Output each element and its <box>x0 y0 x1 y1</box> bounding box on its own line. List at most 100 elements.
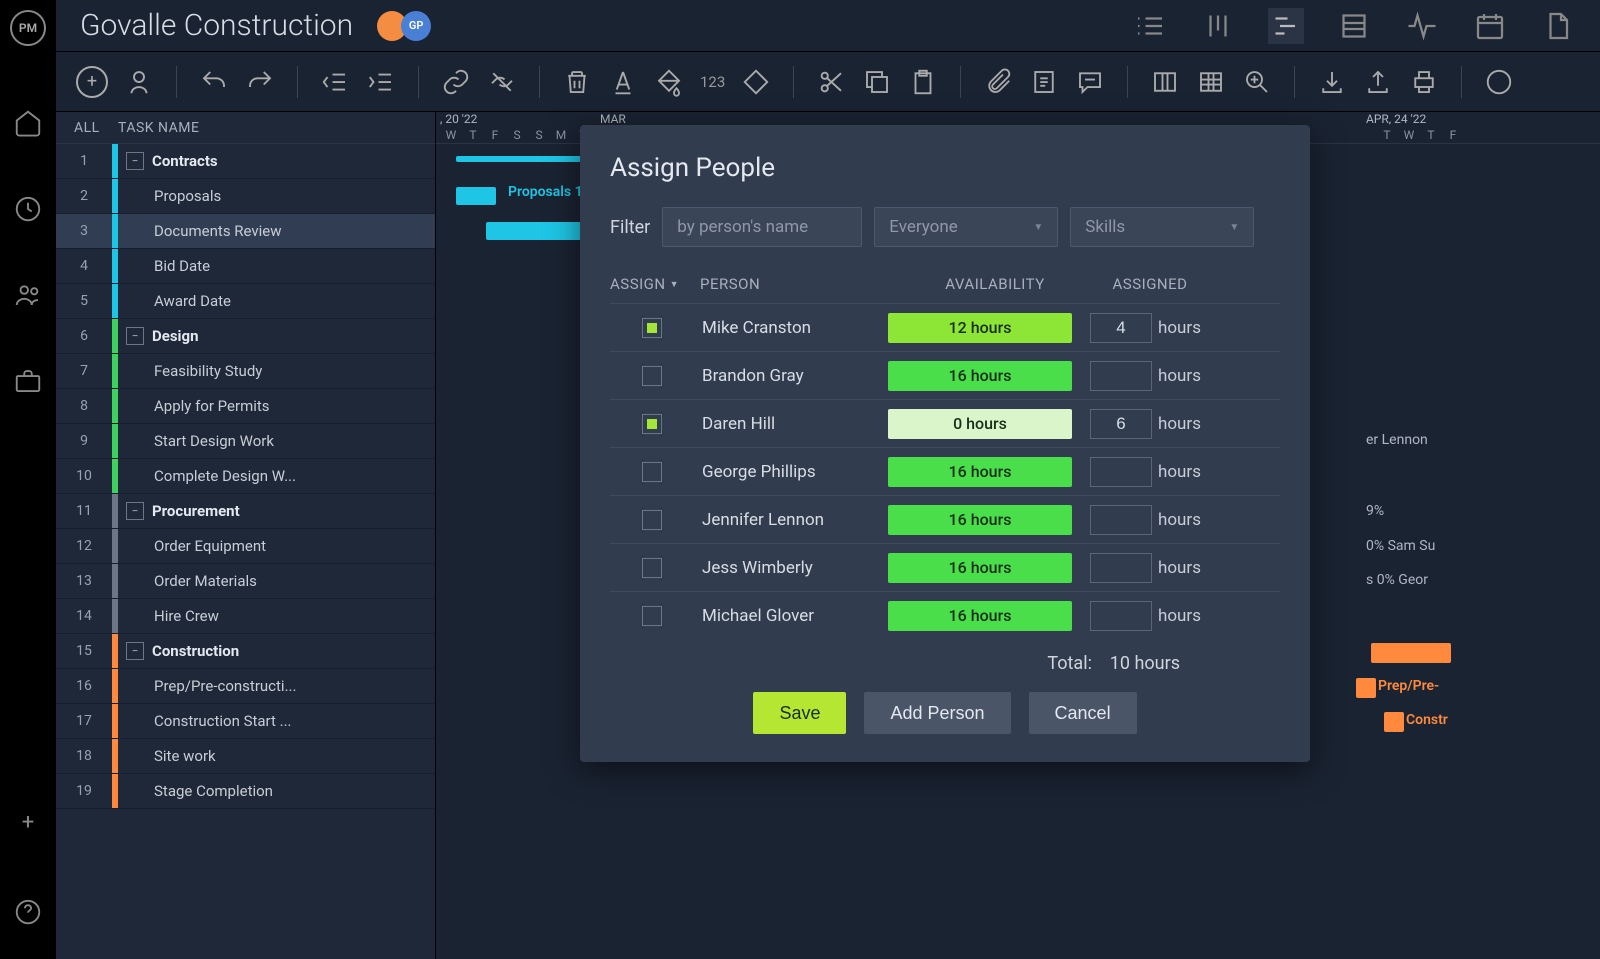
pm-logo-icon[interactable]: PM <box>10 10 46 46</box>
task-row[interactable]: 10Complete Design W... <box>56 459 435 494</box>
task-row[interactable]: 17Construction Start ... <box>56 704 435 739</box>
unlink-icon[interactable] <box>487 67 517 97</box>
board-view-icon[interactable] <box>1200 8 1236 44</box>
gantt-bar-prep[interactable] <box>1356 678 1376 698</box>
task-row[interactable]: 2Proposals <box>56 179 435 214</box>
add-icon[interactable]: + <box>13 807 43 837</box>
col-task-name[interactable]: TASK NAME <box>118 120 199 136</box>
assign-checkbox[interactable] <box>642 318 662 338</box>
fill-icon[interactable] <box>654 67 684 97</box>
avatar-2[interactable]: GP <box>401 11 431 41</box>
assigned-hours-input[interactable] <box>1090 361 1152 391</box>
assigned-hours-input[interactable] <box>1090 313 1152 343</box>
task-row[interactable]: 1−Contracts <box>56 144 435 179</box>
task-row[interactable]: 6−Design <box>56 319 435 354</box>
filter-skills-select[interactable]: Skills ▼ <box>1070 207 1254 247</box>
assigned-hours-input[interactable] <box>1090 601 1152 631</box>
notes-icon[interactable] <box>1029 67 1059 97</box>
trash-icon[interactable] <box>562 67 592 97</box>
collapse-icon[interactable]: − <box>126 642 144 660</box>
person-icon[interactable] <box>124 67 154 97</box>
filter-name-input[interactable]: by person's name <box>662 207 862 247</box>
list-view-icon[interactable] <box>1132 8 1168 44</box>
task-row[interactable]: 14Hire Crew <box>56 599 435 634</box>
indent-icon[interactable] <box>366 67 396 97</box>
export-icon[interactable] <box>1363 67 1393 97</box>
grid-icon[interactable] <box>1196 67 1226 97</box>
task-row[interactable]: 18Site work <box>56 739 435 774</box>
collapse-icon[interactable]: − <box>126 327 144 345</box>
redo-icon[interactable] <box>245 67 275 97</box>
task-number: 11 <box>56 503 112 519</box>
person-row: George Phillips16 hourshours <box>610 447 1280 495</box>
col-assign[interactable]: ASSIGN▼ <box>610 275 700 293</box>
task-row[interactable]: 12Order Equipment <box>56 529 435 564</box>
zoom-icon[interactable] <box>1242 67 1272 97</box>
undo-icon[interactable] <box>199 67 229 97</box>
link-icon[interactable] <box>441 67 471 97</box>
import-icon[interactable] <box>1317 67 1347 97</box>
task-row[interactable]: 13Order Materials <box>56 564 435 599</box>
diamond-icon[interactable] <box>741 67 771 97</box>
assign-checkbox[interactable] <box>642 558 662 578</box>
task-row[interactable]: 3Documents Review <box>56 214 435 249</box>
cancel-button[interactable]: Cancel <box>1029 692 1137 734</box>
task-number: 8 <box>56 398 112 414</box>
assign-checkbox[interactable] <box>642 606 662 626</box>
activity-icon[interactable] <box>1404 8 1440 44</box>
assigned-hours-input[interactable] <box>1090 505 1152 535</box>
outdent-icon[interactable] <box>320 67 350 97</box>
task-number: 19 <box>56 783 112 799</box>
home-icon[interactable] <box>13 108 43 138</box>
add-person-button[interactable]: Add Person <box>864 692 1010 734</box>
help-icon[interactable] <box>13 897 43 927</box>
col-person[interactable]: PERSON <box>700 275 900 293</box>
task-row[interactable]: 16Prep/Pre-constructi... <box>56 669 435 704</box>
gantt-view-icon[interactable] <box>1268 8 1304 44</box>
assign-checkbox[interactable] <box>642 510 662 530</box>
people-icon[interactable] <box>13 280 43 310</box>
task-row[interactable]: 15−Construction <box>56 634 435 669</box>
collapse-icon[interactable]: − <box>126 502 144 520</box>
copy-icon[interactable] <box>862 67 892 97</box>
paste-icon[interactable] <box>908 67 938 97</box>
task-row[interactable]: 9Start Design Work <box>56 424 435 459</box>
more-icon[interactable] <box>1484 67 1514 97</box>
collapse-icon[interactable]: − <box>126 152 144 170</box>
calendar-icon[interactable] <box>1472 8 1508 44</box>
task-row[interactable]: 7Feasibility Study <box>56 354 435 389</box>
comment-icon[interactable] <box>1075 67 1105 97</box>
assigned-hours-input[interactable] <box>1090 409 1152 439</box>
assign-checkbox[interactable] <box>642 414 662 434</box>
skills-label: Skills <box>1085 217 1125 237</box>
file-icon[interactable] <box>1540 8 1576 44</box>
assign-checkbox[interactable] <box>642 366 662 386</box>
task-row[interactable]: 4Bid Date <box>56 249 435 284</box>
text-color-icon[interactable] <box>608 67 638 97</box>
task-row[interactable]: 19Stage Completion <box>56 774 435 809</box>
col-assigned[interactable]: ASSIGNED <box>1090 275 1210 293</box>
assigned-hours-input[interactable] <box>1090 457 1152 487</box>
assign-checkbox[interactable] <box>642 462 662 482</box>
person-row: Brandon Gray16 hourshours <box>610 351 1280 399</box>
sheet-view-icon[interactable] <box>1336 8 1372 44</box>
attach-icon[interactable] <box>983 67 1013 97</box>
gantt-bar-constr-start[interactable] <box>1384 712 1404 732</box>
columns-icon[interactable] <box>1150 67 1180 97</box>
person-name: Michael Glover <box>702 606 882 626</box>
cut-icon[interactable] <box>816 67 846 97</box>
assigned-hours-input[interactable] <box>1090 553 1152 583</box>
col-all[interactable]: ALL <box>74 120 118 136</box>
col-availability[interactable]: AVAILABILITY <box>900 275 1090 293</box>
task-row[interactable]: 5Award Date <box>56 284 435 319</box>
task-row[interactable]: 8Apply for Permits <box>56 389 435 424</box>
print-icon[interactable] <box>1409 67 1439 97</box>
briefcase-icon[interactable] <box>13 366 43 396</box>
gantt-bar-proposals[interactable] <box>456 187 496 205</box>
filter-everyone-select[interactable]: Everyone ▼ <box>874 207 1058 247</box>
clock-icon[interactable] <box>13 194 43 224</box>
add-task-button[interactable]: + <box>76 66 108 98</box>
gantt-bar-construction[interactable] <box>1371 643 1451 663</box>
save-button[interactable]: Save <box>753 692 846 734</box>
task-row[interactable]: 11−Procurement <box>56 494 435 529</box>
